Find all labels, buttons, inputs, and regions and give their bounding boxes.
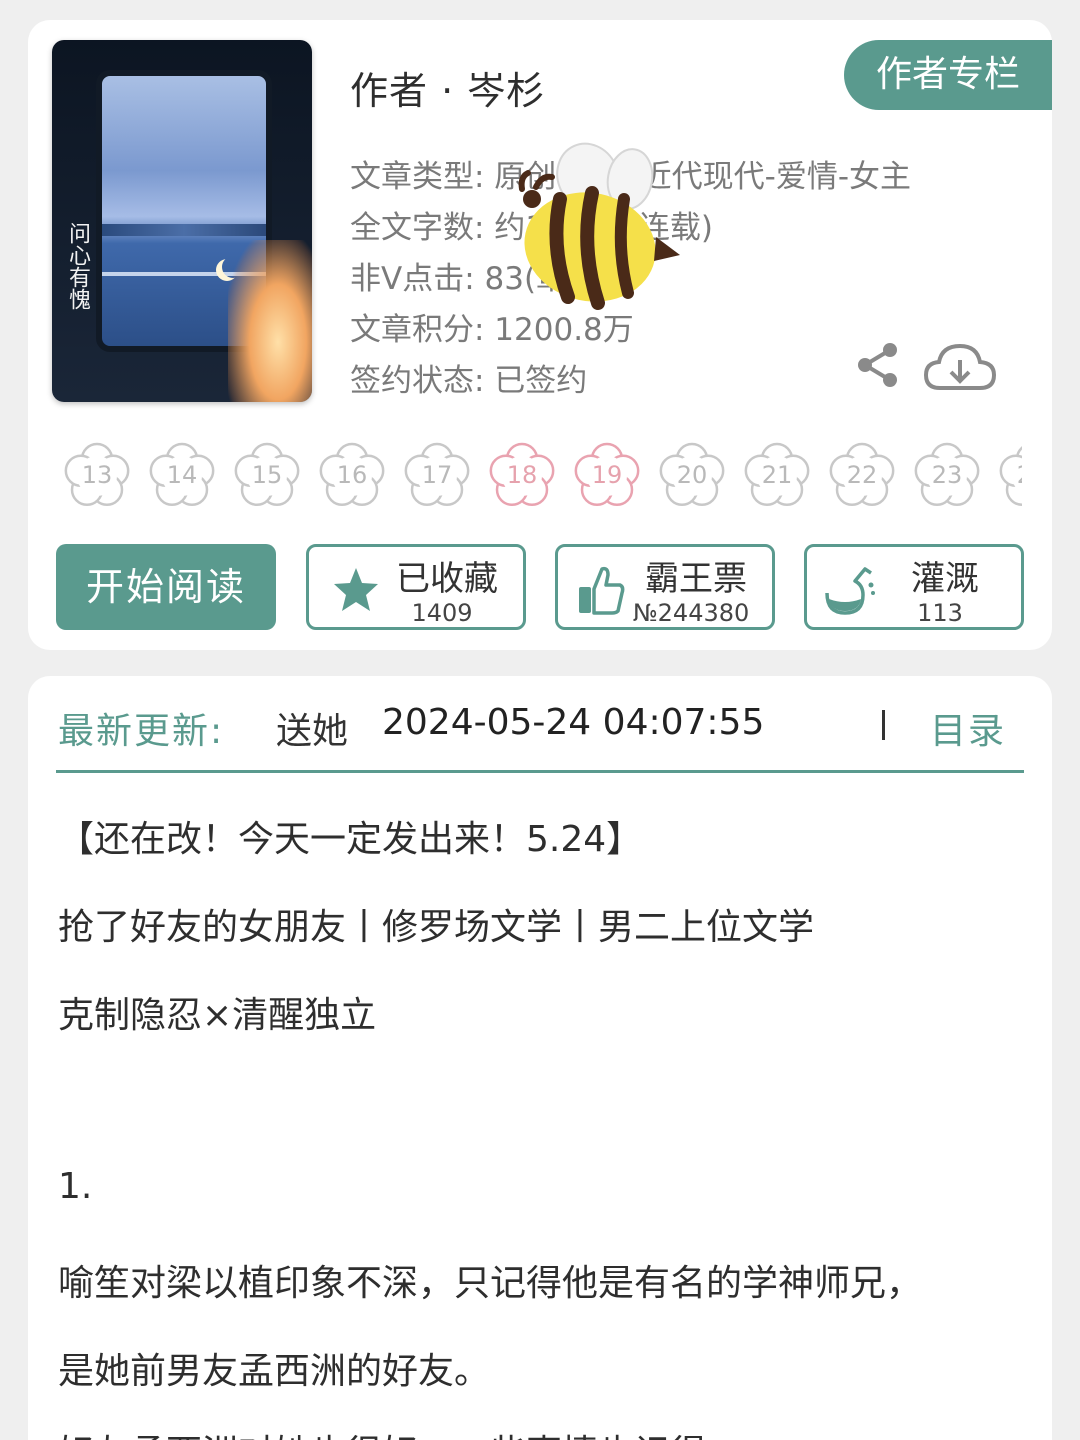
flower-badge-17: 17 — [400, 438, 474, 512]
flower-badge-16: 16 — [315, 438, 389, 512]
vote-rank: №244380 — [632, 599, 750, 627]
flower-badge-14: 14 — [145, 438, 219, 512]
flower-badge-number: 17 — [421, 461, 453, 489]
flower-badge-21: 21 — [740, 438, 814, 512]
flower-badge-24: 24 — [995, 438, 1022, 512]
book-cover[interactable]: 问心有愧 — [52, 40, 312, 402]
flower-badge-22: 22 — [825, 438, 899, 512]
table-of-contents-link[interactable]: 目录 — [930, 702, 1006, 754]
latest-update-label: 最新更新: — [58, 711, 225, 752]
flower-badge-23: 23 — [910, 438, 984, 512]
start-reading-button[interactable]: 开始阅读 — [56, 544, 276, 630]
collect-count: 1409 — [411, 599, 473, 627]
divider — [56, 770, 1024, 773]
flower-badge-number: 18 — [506, 461, 538, 489]
latest-update-time: 2024-05-24 04:07:55 — [382, 702, 765, 743]
cover-flower — [228, 240, 312, 402]
latest-chapter-title[interactable]: 送她 — [276, 702, 348, 754]
flower-badge-number: 19 — [591, 461, 623, 489]
flower-badge-number: 13 — [81, 461, 113, 489]
flower-badge-20: 20 — [655, 438, 729, 512]
flower-badge-15: 15 — [230, 438, 304, 512]
flower-badge-number: 22 — [846, 461, 878, 489]
flower-badges-row: 13 14 15 16 17 18 19 20 21 22 23 24 — [60, 438, 1022, 520]
intro-line: 【还在改！今天一定发出来！5.24】 — [58, 819, 643, 860]
flower-badge-number: 21 — [761, 461, 793, 489]
vote-label: 霸王票 — [645, 559, 747, 599]
intro-line: 好友孟西洲对她也很好，一些事情也记得。 — [58, 1424, 742, 1440]
author-line[interactable]: 作者 · 岑杉 — [350, 60, 545, 115]
flower-badge-number: 15 — [251, 461, 283, 489]
author-column-button[interactable]: 作者专栏 — [844, 40, 1052, 110]
flower-badge-19: 19 — [570, 438, 644, 512]
cloud-download-icon[interactable] — [922, 338, 998, 396]
intro-line: 是她前男友孟西洲的好友。 — [58, 1351, 491, 1392]
vote-button[interactable]: 霸王票 №244380 — [555, 544, 775, 630]
meta-contract: 签约状态: 已签约 — [350, 363, 588, 399]
intro-line: 克制隐忍×清醒独立 — [58, 995, 377, 1036]
meta-score: 文章积分: 1200.8万 — [350, 312, 634, 348]
cover-title: 问心有愧 — [65, 222, 90, 310]
separator — [882, 710, 885, 740]
nutrient-count: 113 — [917, 599, 963, 627]
collect-button[interactable]: 已收藏 1409 — [306, 544, 526, 630]
flower-badge-number: 14 — [166, 461, 198, 489]
intro-line: 1. — [58, 1166, 93, 1207]
flower-badge-number: 16 — [336, 461, 368, 489]
book-info-card: 问心有愧 作者 · 岑杉 作者专栏 文章类型: 原创-言情-近代现代-爱情-女主… — [28, 20, 1052, 650]
intro-line: 抢了好友的女朋友丨修罗场文学丨男二上位文学 — [58, 907, 815, 948]
nutrient-label: 灌溉 — [911, 559, 979, 599]
flower-badge-13: 13 — [60, 438, 134, 512]
flower-badge-number: 23 — [931, 461, 963, 489]
bee-sticker-icon — [518, 142, 680, 310]
nutrient-button[interactable]: 灌溉 113 — [804, 544, 1024, 630]
share-icon[interactable] — [856, 342, 900, 388]
flower-badge-number: 20 — [676, 461, 708, 489]
intro-line: 喻笙对梁以植印象不深，只记得他是有名的学神师兄， — [58, 1263, 923, 1304]
latest-update-card: 最新更新: 送她 2024-05-24 04:07:55 目录 【还在改！今天一… — [28, 676, 1052, 1440]
collect-label: 已收藏 — [396, 559, 498, 599]
flower-badge-18: 18 — [485, 438, 559, 512]
cover-horizon — [102, 224, 266, 236]
flower-badge-number: 24 — [995, 438, 1022, 512]
